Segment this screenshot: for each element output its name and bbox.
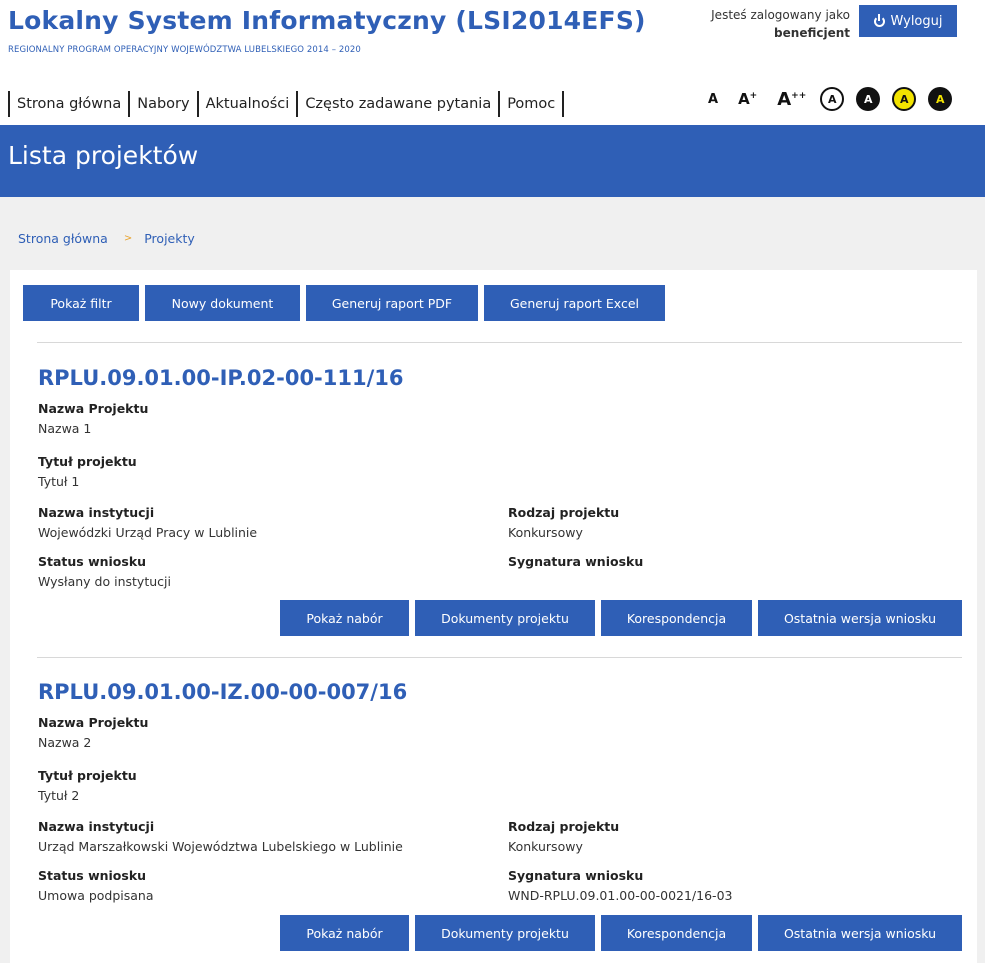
app-title: Lokalny System Informatyczny (LSI2014EFS… (8, 6, 646, 35)
user-role: beneficjent (774, 26, 850, 40)
breadcrumb-current: Projekty (144, 231, 195, 246)
project-type-label: Rodzaj projektu (508, 505, 620, 520)
user-info: Jesteś zalogowany jako beneficjent (690, 6, 850, 42)
projects-panel: Pokaż filtr Nowy dokument Generuj raport… (10, 270, 977, 970)
status-label: Status wniosku (38, 868, 147, 883)
correspondence-button[interactable]: Korespondencja (601, 915, 752, 951)
nav-divider (562, 90, 565, 117)
project-card: RPLU.09.01.00-IZ.00-00-007/16 Nazwa Proj… (38, 680, 968, 951)
contrast-black-white-icon[interactable]: A (856, 87, 881, 111)
project-type-value: Konkursowy (508, 525, 583, 540)
latest-version-button[interactable]: Ostatnia wersja wniosku (758, 600, 962, 636)
institution-value: Wojewódzki Urząd Pracy w Lublinie (38, 525, 258, 540)
divider (37, 342, 962, 343)
nav-item-calls[interactable]: Nabory (128, 90, 196, 117)
contrast-normal-icon[interactable]: A (820, 87, 845, 111)
project-title-label: Tytuł projektu (38, 768, 137, 783)
project-title-value: Tytuł 1 (38, 474, 80, 489)
font-size-xlarge[interactable]: A++ (777, 89, 806, 110)
logged-in-text: Jesteś zalogowany jako (711, 8, 850, 22)
project-title-label: Tytuł projektu (38, 454, 137, 469)
project-type-value: Konkursowy (508, 839, 583, 854)
status-value: Umowa podpisana (38, 888, 154, 903)
show-call-button[interactable]: Pokaż nabór (280, 600, 409, 636)
project-actions: Pokaż nabór Dokumenty projektu Korespond… (274, 600, 962, 636)
signature-value: WND-RPLU.09.01.00-00-0021/16-03 (508, 888, 733, 903)
project-name-label: Nazwa Projektu (38, 401, 149, 416)
font-size-normal[interactable]: A (708, 92, 718, 107)
project-name-value: Nazwa 2 (38, 735, 92, 750)
contrast-black-yellow-icon[interactable]: A (928, 87, 953, 111)
accessibility-controls: A A+ A++ A A A A (708, 84, 953, 114)
signature-label: Sygnatura wniosku (508, 554, 644, 569)
breadcrumb-separator-icon: > (123, 233, 133, 244)
project-card: RPLU.09.01.00-IP.02-00-111/16 Nazwa Proj… (38, 366, 968, 636)
project-number[interactable]: RPLU.09.01.00-IZ.00-00-007/16 (38, 680, 407, 704)
new-document-button[interactable]: Nowy dokument (145, 285, 300, 321)
app-subtitle: REGIONALNY PROGRAM OPERACYJNY WOJEWÓDZTW… (8, 45, 361, 55)
main-nav: Strona główna Nabory Aktualności Często … (8, 90, 565, 117)
project-documents-button[interactable]: Dokumenty projektu (415, 600, 595, 636)
header: Lokalny System Informatyczny (LSI2014EFS… (0, 0, 985, 125)
nav-item-faq[interactable]: Często zadawane pytania (296, 90, 498, 117)
project-name-value: Nazwa 1 (38, 421, 92, 436)
nav-item-home[interactable]: Strona główna (8, 90, 128, 117)
report-excel-button[interactable]: Generuj raport Excel (484, 285, 665, 321)
content-area: Strona główna > Projekty Pokaż filtr Now… (0, 197, 985, 970)
project-name-label: Nazwa Projektu (38, 715, 149, 730)
correspondence-button[interactable]: Korespondencja (601, 600, 752, 636)
project-type-label: Rodzaj projektu (508, 819, 620, 834)
institution-value: Urząd Marszałkowski Województwa Lubelski… (38, 839, 403, 854)
nav-item-news[interactable]: Aktualności (196, 90, 297, 117)
logout-button[interactable]: Wyloguj (859, 5, 957, 37)
latest-version-button[interactable]: Ostatnia wersja wniosku (758, 915, 962, 951)
status-value: Wysłany do instytucji (38, 574, 171, 589)
logout-label: Wyloguj (890, 13, 943, 29)
breadcrumb: Strona główna > Projekty (18, 231, 195, 246)
divider (37, 657, 962, 658)
nav-item-help[interactable]: Pomoc (498, 90, 562, 117)
institution-label: Nazwa instytucji (38, 819, 155, 834)
page-title-bar: Lista projektów (0, 125, 985, 197)
status-label: Status wniosku (38, 554, 147, 569)
project-actions: Pokaż nabór Dokumenty projektu Korespond… (274, 915, 962, 951)
project-title-value: Tytuł 2 (38, 788, 80, 803)
institution-label: Nazwa instytucji (38, 505, 155, 520)
font-size-large[interactable]: A+ (738, 90, 757, 108)
project-documents-button[interactable]: Dokumenty projektu (415, 915, 595, 951)
page-title: Lista projektów (8, 141, 199, 170)
contrast-yellow-icon[interactable]: A (892, 87, 917, 111)
report-pdf-button[interactable]: Generuj raport PDF (306, 285, 478, 321)
toolbar: Pokaż filtr Nowy dokument Generuj raport… (23, 285, 671, 321)
project-number[interactable]: RPLU.09.01.00-IP.02-00-111/16 (38, 366, 404, 390)
show-filter-button[interactable]: Pokaż filtr (23, 285, 139, 321)
breadcrumb-home[interactable]: Strona główna (18, 231, 108, 246)
show-call-button[interactable]: Pokaż nabór (280, 915, 409, 951)
power-icon (873, 13, 885, 27)
signature-label: Sygnatura wniosku (508, 868, 644, 883)
